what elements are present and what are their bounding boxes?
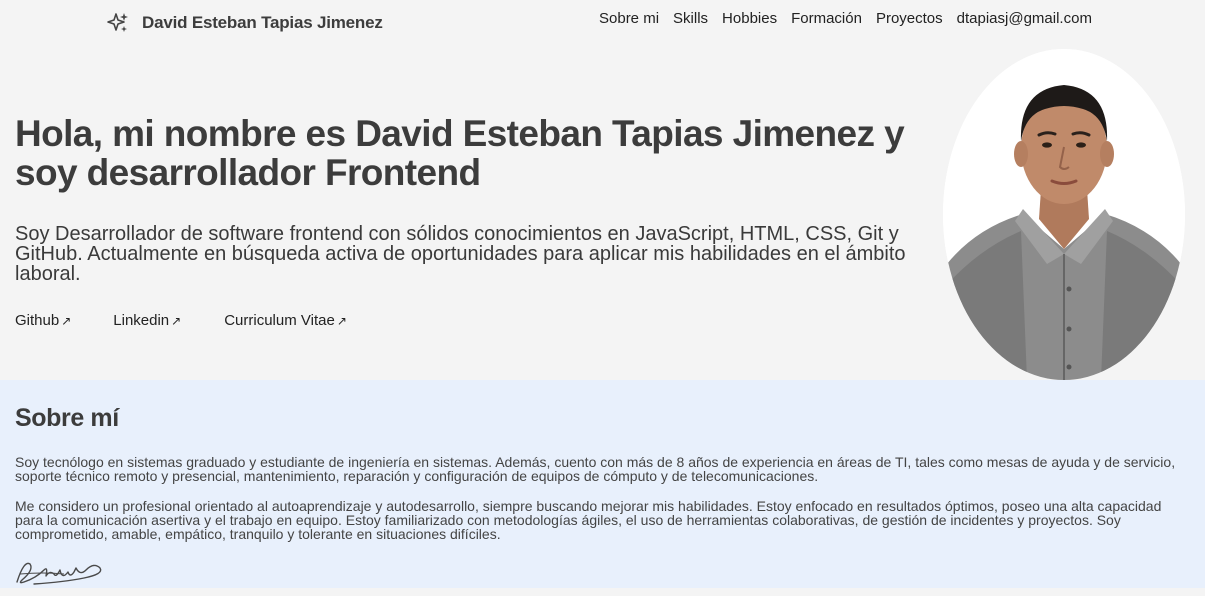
top-bar: David Esteban Tapias Jimenez Sobre mi Sk… [0, 0, 1205, 44]
cv-link-label: Curriculum Vitae [224, 312, 335, 329]
signature-icon [16, 562, 102, 585]
brand[interactable]: David Esteban Tapias Jimenez [106, 11, 383, 35]
hero-title: Hola, mi nombre es David Esteban Tapias … [15, 113, 905, 193]
external-arrow-icon: ↗ [171, 313, 182, 328]
linkedin-link-label: Linkedin [113, 312, 170, 329]
hero-description: Soy Desarrollador de software frontend c… [15, 223, 906, 285]
about-paragraph: Me considero un profesional orientado al… [15, 498, 1162, 542]
profile-photo-illustration [943, 49, 1185, 380]
about-title: Sobre mí [15, 404, 119, 432]
external-arrow-icon: ↗ [336, 313, 347, 328]
nav-link-sobre-mi[interactable]: Sobre mi [599, 10, 659, 27]
nav-link-formacion[interactable]: Formación [791, 10, 862, 27]
nav-link-proyectos[interactable]: Proyectos [876, 10, 943, 27]
brand-name: David Esteban Tapias Jimenez [142, 13, 383, 32]
github-link[interactable]: Github ↗ [15, 312, 71, 329]
profile-photo [943, 49, 1185, 380]
about-section: Sobre mí Soy tecnólogo en sistemas gradu… [0, 380, 1205, 588]
about-paragraph: Soy tecnólogo en sistemas graduado y est… [15, 454, 1176, 484]
nav-link-hobbies[interactable]: Hobbies [722, 10, 777, 27]
main-nav: Sobre mi Skills Hobbies Formación Proyec… [599, 10, 1092, 27]
nav-link-email[interactable]: dtapiasj@gmail.com [957, 10, 1092, 27]
github-link-label: Github [15, 312, 60, 329]
cv-link[interactable]: Curriculum Vitae ↗ [224, 312, 347, 329]
external-arrow-icon: ↗ [61, 313, 72, 328]
profile-links: Github ↗ Linkedin ↗ Curriculum Vitae ↗ [15, 312, 347, 329]
linkedin-link[interactable]: Linkedin ↗ [113, 312, 181, 329]
nav-link-skills[interactable]: Skills [673, 10, 708, 27]
sparkles-icon [107, 13, 128, 32]
